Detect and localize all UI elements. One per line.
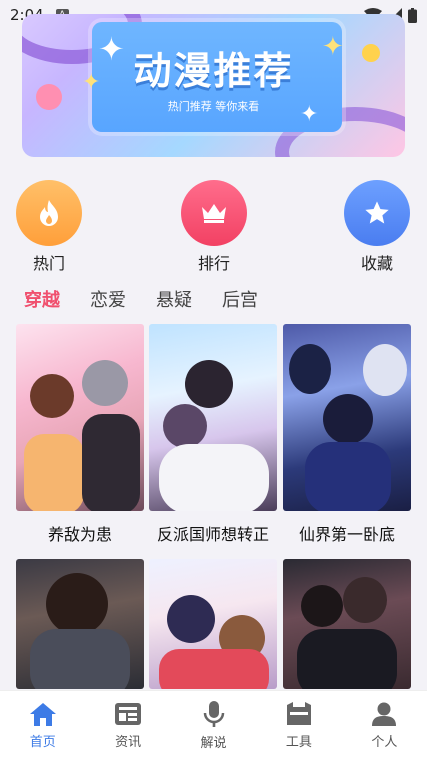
quick-rank-label: 排行 bbox=[197, 254, 230, 273]
comic-card[interactable]: 仙界第一卧底 bbox=[283, 324, 411, 545]
nav-profile[interactable]: 个人 bbox=[342, 691, 427, 760]
nav-commentary-label: 解说 bbox=[200, 736, 227, 751]
tab-hougong[interactable]: 后宫 bbox=[222, 286, 258, 312]
home-icon bbox=[29, 703, 56, 726]
nav-home-label: 首页 bbox=[29, 735, 56, 750]
comic-title: 反派国师想转正 bbox=[156, 525, 269, 544]
nav-profile-label: 个人 bbox=[371, 735, 398, 750]
comic-card[interactable]: 养敌为患 bbox=[16, 324, 144, 545]
comic-card[interactable]: 反派国师想转正 bbox=[149, 324, 277, 545]
banner[interactable]: ✦ ✦ ✦ ✦ 动漫推荐 热门推荐 等你来看 bbox=[22, 14, 405, 157]
comic-cover bbox=[149, 324, 277, 511]
star-icon bbox=[365, 201, 389, 224]
comic-cover bbox=[16, 324, 144, 511]
microphone-icon bbox=[203, 701, 224, 727]
user-icon bbox=[372, 702, 397, 726]
tab-xuanyi[interactable]: 悬疑 bbox=[156, 286, 192, 312]
quick-rank-button[interactable]: 排行 bbox=[179, 180, 249, 274]
comic-title: 养敌为患 bbox=[47, 525, 112, 544]
comic-card[interactable] bbox=[16, 559, 144, 699]
flame-icon bbox=[40, 200, 58, 226]
banner-title: 动漫推荐 bbox=[133, 49, 294, 93]
news-icon bbox=[115, 703, 142, 725]
quick-fav-button[interactable]: 收藏 bbox=[342, 180, 412, 274]
nav-tools-label: 工具 bbox=[285, 735, 312, 750]
comic-cover bbox=[283, 559, 411, 689]
tab-chuanyue[interactable]: 穿越 bbox=[24, 286, 60, 312]
comic-card[interactable] bbox=[283, 559, 411, 699]
quick-fav-label: 收藏 bbox=[360, 254, 393, 273]
comic-cover bbox=[149, 559, 277, 689]
category-tabs: 穿越 恋爱 悬疑 后宫 bbox=[24, 286, 258, 312]
comic-cover bbox=[283, 324, 411, 511]
comic-title: 仙界第一卧底 bbox=[298, 525, 395, 544]
toolbox-icon bbox=[286, 702, 311, 725]
tab-lianai[interactable]: 恋爱 bbox=[90, 286, 126, 312]
nav-home[interactable]: 首页 bbox=[0, 691, 85, 760]
nav-commentary[interactable]: 解说 bbox=[171, 691, 256, 760]
crown-icon bbox=[202, 204, 226, 223]
quick-hot-label: 热门 bbox=[32, 254, 65, 273]
battery-icon bbox=[408, 7, 417, 23]
nav-news[interactable]: 资讯 bbox=[85, 691, 170, 760]
comic-cover bbox=[16, 559, 144, 689]
nav-news-label: 资讯 bbox=[115, 735, 142, 750]
bottom-nav: 首页 资讯 解说 工具 个人 bbox=[0, 690, 427, 760]
quick-hot-button[interactable]: 热门 bbox=[14, 180, 84, 274]
nav-tools[interactable]: 工具 bbox=[256, 691, 341, 760]
quick-actions: 热门 排行 收藏 bbox=[0, 180, 427, 275]
comic-card[interactable] bbox=[149, 559, 277, 699]
banner-subtitle: 热门推荐 等你来看 bbox=[167, 100, 260, 113]
